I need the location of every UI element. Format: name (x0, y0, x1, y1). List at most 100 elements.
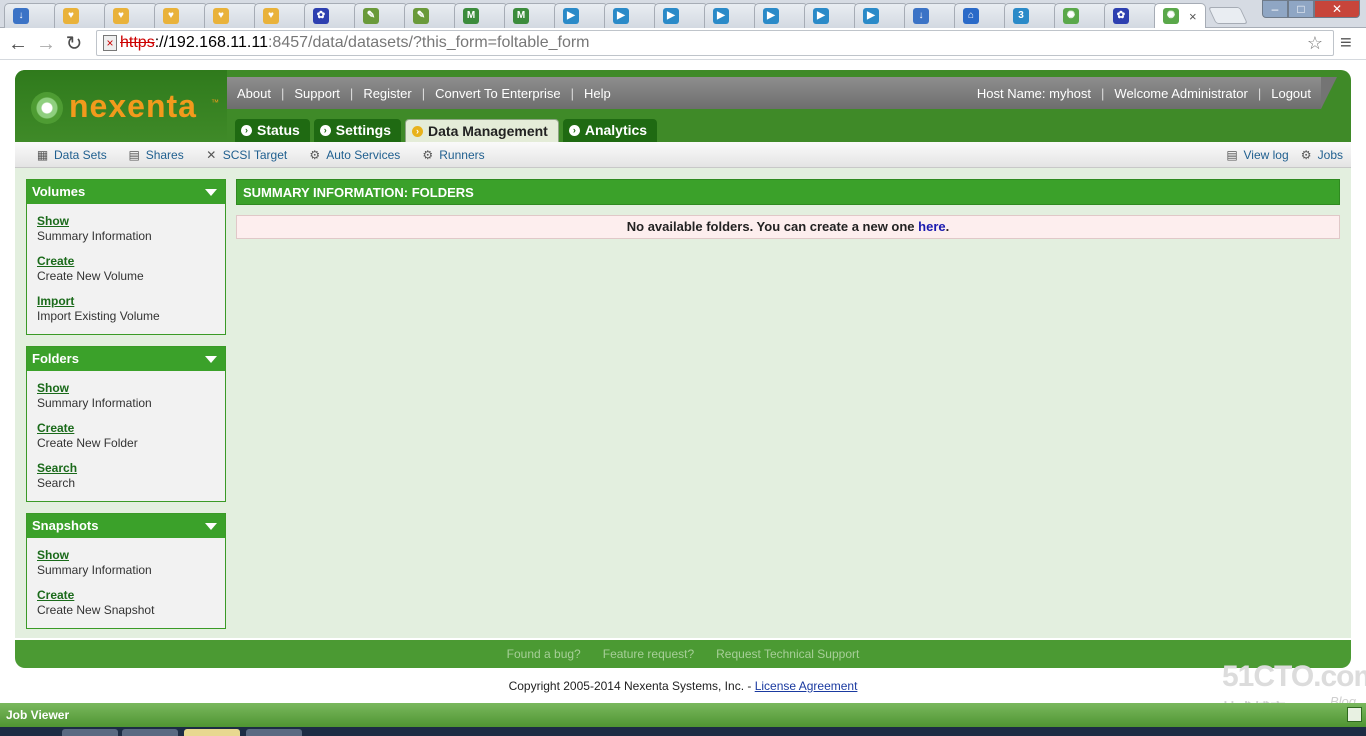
browser-tab[interactable]: ♥ (54, 3, 108, 28)
sidebar-link-description: Create New Volume (37, 269, 144, 283)
sidebar-link-show[interactable]: Show (37, 548, 215, 563)
sidebar-link-create[interactable]: Create (37, 421, 215, 436)
top-nav-right: Host Name: myhost | Welcome Administrato… (967, 86, 1321, 101)
nexenta-swirl-icon (31, 92, 63, 124)
tab-settings[interactable]: › Settings (313, 119, 402, 142)
sidebar-box-header[interactable]: Snapshots (27, 514, 225, 538)
forward-button[interactable]: → (34, 32, 58, 56)
logout-link[interactable]: Logout (1261, 86, 1321, 101)
browser-menu-icon[interactable]: ≡ (1340, 32, 1352, 55)
browser-tab[interactable]: ✿ (304, 3, 358, 28)
subnav-label: Runners (439, 147, 485, 162)
sidebar-link-show[interactable]: Show (37, 214, 215, 229)
browser-tab[interactable]: ▶ (854, 3, 908, 28)
sidebar-box-snapshots: Snapshots Show Summary Information Create Cr… (26, 513, 226, 629)
browser-tab[interactable]: ✺ (1054, 3, 1108, 28)
tab-status[interactable]: › Status (235, 119, 310, 142)
sidebar-entry: Create Create New Snapshot (37, 588, 215, 618)
tab-arrow-icon: › (241, 125, 252, 136)
address-bar[interactable]: × https ://192.168.11.11 :8457/data/data… (96, 30, 1334, 56)
taskbar-item[interactable] (184, 729, 240, 736)
tech-support-link[interactable]: Request Technical Support (716, 647, 859, 661)
license-agreement-link[interactable]: License Agreement (755, 679, 858, 693)
browser-tab[interactable]: ♥ (204, 3, 258, 28)
maximize-button[interactable]: □ (1288, 0, 1314, 18)
logo[interactable]: nexenta ™ (15, 70, 227, 142)
browser-tab[interactable]: ▶ (554, 3, 608, 28)
browser-tab[interactable]: ▶ (754, 3, 808, 28)
subnav-item-shares[interactable]: ▤ Shares (127, 148, 184, 162)
tab-label: Settings (335, 122, 392, 138)
play-icon: ▶ (613, 8, 629, 24)
browser-tab[interactable]: ▶ (704, 3, 758, 28)
sidebar-link-show[interactable]: Show (37, 381, 215, 396)
taskbar-item[interactable] (62, 729, 118, 736)
sidebar-box-body: Show Summary Information Create Create New … (27, 204, 225, 324)
minimize-button[interactable]: – (1262, 0, 1288, 18)
browser-tab[interactable]: ♥ (254, 3, 308, 28)
sidebar-link-create[interactable]: Create (37, 588, 215, 603)
browser-tab[interactable]: ♥ (154, 3, 208, 28)
browser-tab[interactable]: ⌂ (954, 3, 1008, 28)
feature-request-link[interactable]: Feature request? (603, 647, 694, 661)
top-nav-link-register[interactable]: Register (353, 86, 421, 101)
subnav-item-jobs[interactable]: ⚙ Jobs (1299, 148, 1343, 162)
logo-text: nexenta (69, 88, 197, 124)
tab-analytics[interactable]: › Analytics (562, 119, 658, 142)
subnav-item-scsi-target[interactable]: ✕ SCSI Target (204, 148, 287, 162)
browser-tab[interactable]: ✎ (404, 3, 458, 28)
browser-tab[interactable]: ↓ (904, 3, 958, 28)
subnav-label: Auto Services (326, 147, 401, 162)
subnav-item-runners[interactable]: ⚙ Runners (420, 148, 484, 162)
welcome-label: Welcome Administrator (1114, 85, 1248, 101)
sidebar-link-search[interactable]: Search (37, 461, 215, 476)
tab-label: Status (257, 122, 300, 138)
browser-tab[interactable]: ✿ (1104, 3, 1158, 28)
create-folder-link[interactable]: here (918, 219, 945, 234)
browser-tab[interactable]: ✺ × (1154, 3, 1206, 28)
subnav-item-auto-services[interactable]: ⚙ Auto Services (307, 148, 400, 162)
browser-tab[interactable]: ↓ (4, 3, 58, 28)
taskbar-item[interactable] (246, 729, 302, 736)
insecure-lock-icon[interactable]: × (103, 35, 117, 51)
browser-tab[interactable]: ✎ (354, 3, 408, 28)
close-tab-icon[interactable]: × (1189, 9, 1197, 24)
app-header: nexenta ™ About | Support | Register | Convert… (15, 70, 1351, 142)
job-viewer-toggle[interactable] (1347, 707, 1362, 722)
browser-tab[interactable]: ▶ (804, 3, 858, 28)
logo-trademark: ™ (211, 98, 219, 107)
close-window-button[interactable]: ✕ (1314, 0, 1360, 18)
subnav-item-data-sets[interactable]: ▦ Data Sets (35, 148, 107, 162)
browser-tab[interactable]: 3 (1004, 3, 1058, 28)
sidebar-link-description: Create New Snapshot (37, 603, 155, 617)
top-nav-link-convert-to-enterprise[interactable]: Convert To Enterprise (425, 86, 571, 101)
home-icon: ⌂ (963, 8, 979, 24)
browser-tab[interactable]: ♥ (104, 3, 158, 28)
job-viewer-bar[interactable]: Job Viewer (0, 703, 1366, 727)
pencil-icon: ✎ (413, 8, 429, 24)
subnav-label: Jobs (1317, 147, 1343, 162)
nexenta-app: nexenta ™ About | Support | Register | Convert… (15, 70, 1351, 668)
top-nav-link-about[interactable]: About (227, 86, 281, 101)
chevron-down-icon[interactable] (205, 523, 217, 530)
browser-tab[interactable]: ▶ (654, 3, 708, 28)
bookmark-star-icon[interactable]: ☆ (1307, 33, 1323, 54)
top-nav-link-support[interactable]: Support (284, 86, 350, 101)
sidebar-link-create[interactable]: Create (37, 254, 215, 269)
sidebar-link-import[interactable]: Import (37, 294, 215, 309)
sidebar-box-header[interactable]: Folders (27, 347, 225, 371)
chevron-down-icon[interactable] (205, 189, 217, 196)
back-button[interactable]: ← (6, 32, 30, 56)
browser-tab[interactable]: ▶ (604, 3, 658, 28)
report-bug-link[interactable]: Found a bug? (507, 647, 581, 661)
subnav-item-view-log[interactable]: ▤ View log (1225, 148, 1288, 162)
top-nav-link-help[interactable]: Help (574, 86, 621, 101)
sidebar-box-header[interactable]: Volumes (27, 180, 225, 204)
tab-data-management[interactable]: › Data Management (405, 119, 559, 142)
browser-tab[interactable]: M (454, 3, 508, 28)
sidebar-box-folders: Folders Show Summary Information Create Crea… (26, 346, 226, 502)
browser-tab[interactable]: M (504, 3, 558, 28)
chevron-down-icon[interactable] (205, 356, 217, 363)
taskbar-item[interactable] (122, 729, 178, 736)
reload-button[interactable]: ↻ (62, 32, 86, 56)
